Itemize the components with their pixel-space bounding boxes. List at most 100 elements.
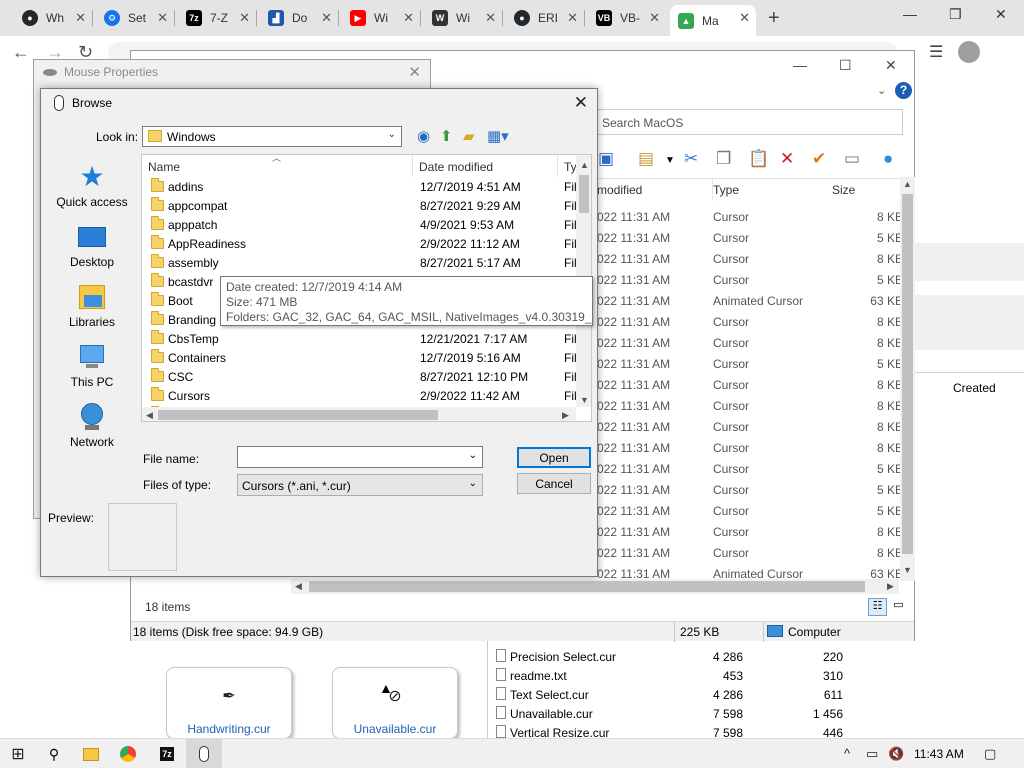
browser-tab-3[interactable]: 7z 7-Z ✕ bbox=[178, 5, 256, 31]
table-row[interactable]: 022 11:31 AM Cursor 8 KB bbox=[597, 416, 903, 437]
close-icon[interactable]: ✕ bbox=[157, 10, 168, 26]
close-icon[interactable]: ✕ bbox=[739, 10, 750, 26]
scrollbar-thumb[interactable] bbox=[579, 175, 589, 213]
windows-start-icon[interactable]: ⊞ bbox=[8, 744, 28, 764]
reading-list-icon[interactable]: ☰ bbox=[929, 42, 943, 62]
browser-tab-8[interactable]: VB VB- ✕ bbox=[588, 5, 666, 31]
minimize-icon[interactable]: — bbox=[793, 57, 807, 73]
copy-icon[interactable]: ❐ bbox=[716, 149, 731, 169]
look-in-select[interactable]: Windows ⌄ bbox=[142, 126, 402, 147]
scrollbar-thumb[interactable] bbox=[309, 581, 865, 592]
search-icon[interactable]: ⚲ bbox=[44, 744, 64, 764]
table-row[interactable]: 022 11:31 AM Cursor 8 KB bbox=[597, 248, 903, 269]
minimize-icon[interactable]: — bbox=[903, 6, 917, 22]
back-button[interactable]: ← bbox=[12, 42, 30, 63]
search-input[interactable]: Search MacOS bbox=[597, 109, 903, 135]
close-window-icon[interactable]: ✕ bbox=[995, 6, 1007, 23]
scroll-down-arrow[interactable]: ▼ bbox=[903, 565, 912, 575]
browser-tab-2[interactable]: ⚙ Set ✕ bbox=[96, 5, 174, 31]
notification-icon[interactable]: ▢ bbox=[984, 746, 996, 762]
sevenzip-icon[interactable]: 7z bbox=[156, 744, 178, 764]
scrollbar-thumb[interactable] bbox=[158, 410, 438, 420]
delete-icon[interactable]: ✕ bbox=[780, 149, 794, 169]
cut-icon[interactable]: ✂ bbox=[684, 149, 698, 169]
place-desktop[interactable]: Desktop bbox=[48, 223, 136, 269]
maximize-icon[interactable]: ☐ bbox=[839, 57, 852, 74]
open-button[interactable]: Open bbox=[517, 447, 591, 468]
list-item[interactable]: Text Select.cur 4 286 611 bbox=[488, 685, 915, 704]
cursor-card-handwriting[interactable]: ✒ Handwriting.cur bbox=[166, 667, 292, 739]
close-icon[interactable]: ✕ bbox=[574, 93, 588, 113]
table-row[interactable]: 022 11:31 AM Cursor 5 KB bbox=[597, 353, 903, 374]
browser-tab-4[interactable]: ▟ Do ✕ bbox=[260, 5, 338, 31]
chevron-up-icon[interactable]: ^ bbox=[844, 746, 850, 761]
list-item[interactable]: appcompat 8/27/2021 9:29 AM Fil bbox=[142, 196, 577, 215]
avatar[interactable] bbox=[958, 41, 980, 63]
close-icon[interactable]: ✕ bbox=[649, 10, 660, 26]
browser-tab-1[interactable]: ● Wh ✕ bbox=[14, 5, 92, 31]
table-row[interactable]: 022 11:31 AM Cursor 8 KB bbox=[597, 374, 903, 395]
volume-muted-icon[interactable]: 🔇 bbox=[888, 746, 904, 762]
column-header-type[interactable]: Type bbox=[712, 179, 739, 201]
network-icon[interactable]: ▭ bbox=[866, 746, 878, 762]
scroll-right-arrow[interactable]: ▶ bbox=[887, 581, 894, 592]
table-row[interactable]: 022 11:31 AM Cursor 5 KB bbox=[597, 227, 903, 248]
scroll-down-arrow[interactable]: ▼ bbox=[580, 395, 589, 405]
new-tab-button[interactable]: + bbox=[768, 7, 780, 30]
table-row[interactable]: 022 11:31 AM Cursor 8 KB bbox=[597, 437, 903, 458]
close-icon[interactable]: ✕ bbox=[403, 10, 414, 26]
close-icon[interactable]: ✕ bbox=[567, 10, 578, 26]
details-view-icon[interactable]: ☷ bbox=[868, 598, 887, 616]
scroll-up-arrow[interactable]: ▲ bbox=[580, 160, 589, 170]
cursor-card-unavailable[interactable]: ⊘ Unavailable.cur bbox=[332, 667, 458, 739]
table-row[interactable]: 022 11:31 AM Cursor 8 KB bbox=[597, 395, 903, 416]
restore-icon[interactable]: ❐ bbox=[949, 6, 962, 23]
list-item[interactable]: readme.txt 453 310 bbox=[488, 666, 915, 685]
new-folder-icon[interactable]: ▰ bbox=[463, 127, 475, 145]
list-item[interactable]: CSC 8/27/2021 12:10 PM Fil bbox=[142, 367, 577, 386]
table-row[interactable]: 022 11:31 AM Cursor 8 KB bbox=[597, 206, 903, 227]
close-window-icon[interactable]: ✕ bbox=[885, 57, 897, 74]
thumbnails-view-icon[interactable]: ▭ bbox=[889, 598, 908, 616]
help-icon[interactable]: ? bbox=[895, 82, 912, 99]
chevron-down-icon[interactable]: ⌄ bbox=[469, 450, 477, 461]
browser-tab-6[interactable]: W Wi ✕ bbox=[424, 5, 502, 31]
chevron-down-icon[interactable]: ▼ bbox=[665, 155, 675, 166]
mouse-icon[interactable] bbox=[194, 744, 214, 764]
file-name-input[interactable]: ⌄ bbox=[237, 446, 483, 468]
taskbar-clock[interactable]: 11:43 AM bbox=[914, 747, 964, 761]
scroll-up-arrow[interactable]: ▲ bbox=[903, 179, 912, 189]
list-item[interactable]: Precision Select.cur 4 286 220 bbox=[488, 647, 915, 666]
table-row[interactable]: 022 11:31 AM Cursor 5 KB bbox=[597, 500, 903, 521]
table-row[interactable]: 022 11:31 AM Cursor 8 KB bbox=[597, 542, 903, 563]
scrollbar-thumb[interactable] bbox=[902, 194, 913, 554]
table-row[interactable]: 022 11:31 AM Cursor 5 KB bbox=[597, 479, 903, 500]
scroll-left-arrow[interactable]: ◀ bbox=[295, 581, 302, 592]
close-icon[interactable]: ✕ bbox=[75, 10, 86, 26]
chevron-down-icon[interactable]: ⌄ bbox=[877, 84, 886, 97]
place-network[interactable]: Network bbox=[48, 403, 136, 449]
paste-icon[interactable]: 📋 bbox=[748, 149, 769, 169]
list-item[interactable]: apppatch 4/9/2021 9:53 AM Fil bbox=[142, 215, 577, 234]
table-row[interactable]: 022 11:31 AM Cursor 5 KB bbox=[597, 458, 903, 479]
place-quick-access[interactable]: ★ Quick access bbox=[48, 163, 136, 210]
cancel-button[interactable]: Cancel bbox=[517, 473, 591, 494]
file-explorer-icon[interactable] bbox=[81, 744, 101, 764]
column-header-date[interactable]: Date modified bbox=[413, 155, 558, 177]
chrome-icon[interactable] bbox=[118, 744, 138, 764]
close-icon[interactable]: ✕ bbox=[321, 10, 332, 26]
place-this-pc[interactable]: This PC bbox=[48, 343, 136, 389]
globe-icon[interactable]: ● bbox=[883, 149, 893, 169]
back-arrow-icon[interactable]: ◉ bbox=[417, 127, 430, 145]
rename-icon[interactable]: ▭ bbox=[844, 149, 860, 169]
place-libraries[interactable]: Libraries bbox=[48, 283, 136, 329]
view-pane-icon[interactable]: ▣ bbox=[598, 149, 614, 169]
files-of-type-select[interactable]: Cursors (*.ani, *.cur) ⌄ bbox=[237, 474, 483, 496]
up-folder-icon[interactable]: ⬆ bbox=[440, 127, 453, 145]
table-row[interactable]: 022 11:31 AM Animated Cursor 63 KB bbox=[597, 290, 903, 311]
list-item[interactable]: Cursors 2/9/2022 11:42 AM Fil bbox=[142, 386, 577, 405]
browser-tab-7[interactable]: ● ERI ✕ bbox=[506, 5, 584, 31]
list-item[interactable]: addins 12/7/2019 4:51 AM Fil bbox=[142, 177, 577, 196]
list-item[interactable]: AppReadiness 2/9/2022 11:12 AM Fil bbox=[142, 234, 577, 253]
list-item[interactable]: Containers 12/7/2019 5:16 AM Fil bbox=[142, 348, 577, 367]
